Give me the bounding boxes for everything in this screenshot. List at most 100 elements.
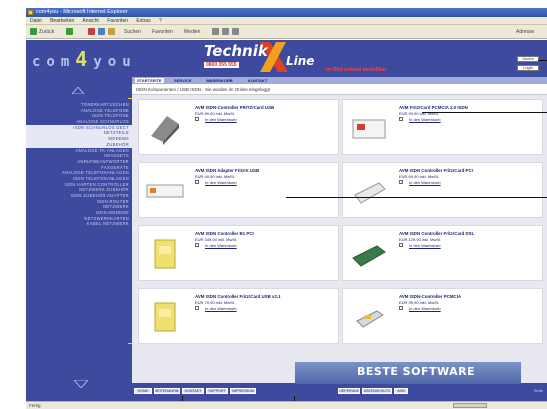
product-card[interactable]: AVM ISDN-Controller FRITZ!Card USB EUR 89… <box>138 99 339 155</box>
product-card[interactable]: AVM Fritz!Card PCMCIA 2.0 ISDN EUR 99,90 … <box>342 99 543 155</box>
product-price: EUR 99,90 inkl. MwSt. <box>399 300 440 305</box>
web-page: com4you Technik Line 0800 355 555 im Bil… <box>26 40 547 401</box>
back-button[interactable]: Zurück <box>39 29 54 35</box>
callout-line-middle <box>286 197 547 198</box>
media-button[interactable]: Medien <box>184 29 200 35</box>
topnav-item-contact[interactable]: KONTAKT <box>248 78 267 83</box>
topnav-item-cart[interactable]: WARENKORB <box>206 78 233 83</box>
print-icon[interactable] <box>232 28 239 35</box>
header-tagline: im Bild schnell bestellbar <box>326 67 387 73</box>
footer-navigation: HOME SEITENANFANG KONTAKT SUPPORT IMPRES… <box>132 383 547 401</box>
product-card[interactable]: AVM ISDN-Controller PCMCIA EUR 99,90 inkl… <box>342 288 543 344</box>
header-search-button[interactable]: Suche <box>517 56 539 62</box>
logo-text-you: you <box>93 54 137 70</box>
product-image[interactable] <box>349 110 389 146</box>
menu-item-edit[interactable]: Bearbeiten <box>50 18 74 24</box>
product-price: EUR 69,90 inkl. MwSt. <box>399 174 440 179</box>
product-name[interactable]: AVM ISDN-Controller FRITZ!Card USB <box>195 105 335 110</box>
menu-item-help[interactable]: ? <box>159 18 162 24</box>
product-card[interactable]: AVM ISDN Controller Fritz!Card USB v2.1 E… <box>138 288 339 344</box>
footer-top-button[interactable]: SEITENANFANG <box>154 388 180 394</box>
status-bar: Fertig <box>26 401 547 409</box>
sidebar-category-item[interactable]: KABEL NETZWERK <box>26 221 132 227</box>
add-to-cart-link[interactable]: In den Warenkorb <box>409 243 441 248</box>
product-card[interactable]: AVM ISDN Controller B1 PCI EUR 349,00 ink… <box>138 225 339 281</box>
product-image[interactable] <box>145 236 185 272</box>
footer-privacy-button[interactable]: DATENSCHUTZ <box>362 388 392 394</box>
quantity-checkbox[interactable] <box>399 180 403 184</box>
product-card[interactable]: AVM ISDN Adapter Fritz!X USB EUR 49,90 in… <box>138 162 339 218</box>
footer-support-button[interactable]: SUPPORT <box>206 388 228 394</box>
search-button[interactable]: Suchen <box>124 29 141 35</box>
refresh-icon[interactable] <box>98 28 105 35</box>
favorites-button[interactable]: Favoriten <box>152 29 173 35</box>
footer-terms-button[interactable]: AGB <box>394 388 408 394</box>
add-to-cart-link[interactable]: In den Warenkorb <box>205 306 237 311</box>
product-card[interactable]: AVM ISDN Controller Fritz!Card DSL EUR 12… <box>342 225 543 281</box>
quantity-checkbox[interactable] <box>399 117 403 121</box>
product-price: EUR 79,90 inkl. MwSt. <box>195 300 236 305</box>
footer-contact-button[interactable]: KONTAKT <box>182 388 204 394</box>
quantity-checkbox[interactable] <box>195 306 199 310</box>
product-name[interactable]: AVM Fritz!Card PCMCIA 2.0 ISDN <box>399 105 539 110</box>
menu-item-favorites[interactable]: Favoriten <box>107 18 128 24</box>
menu-item-tools[interactable]: Extras <box>136 18 150 24</box>
callout-line-top <box>422 112 547 113</box>
footer-home-button[interactable]: HOME <box>134 388 152 394</box>
quantity-checkbox[interactable] <box>399 243 403 247</box>
menu-item-view[interactable]: Ansicht <box>82 18 98 24</box>
product-name[interactable]: AVM ISDN Controller Fritz!Card DSL <box>399 231 539 236</box>
footer-delivery-button[interactable]: LIEFERUNG <box>338 388 360 394</box>
menu-item-file[interactable]: Datei <box>30 18 42 24</box>
history-icon[interactable] <box>212 28 219 35</box>
product-image[interactable] <box>145 173 185 209</box>
scroll-down-arrow-icon[interactable] <box>74 380 88 388</box>
add-to-cart-link[interactable]: In den Warenkorb <box>409 306 441 311</box>
breadcrumb: ISDN Komponenten / USB ISDN - Sie wurden… <box>132 84 547 95</box>
product-price: EUR 349,00 inkl. MwSt. <box>195 237 238 242</box>
product-name[interactable]: AVM ISDN Adapter Fritz!X USB <box>195 168 335 173</box>
software-banner[interactable]: BESTE SOFTWARE <box>295 362 521 384</box>
browser-toolbar: Zurück Suchen Favoriten Medien Adresse <box>26 25 547 39</box>
quantity-checkbox[interactable] <box>399 306 403 310</box>
add-to-cart-link[interactable]: In den Warenkorb <box>205 243 237 248</box>
quantity-checkbox[interactable] <box>195 117 199 121</box>
product-name[interactable]: AVM ISDN-Controller PCMCIA <box>399 294 539 299</box>
forward-arrow-icon[interactable] <box>66 28 73 35</box>
window-titlebar: com4you - Microsoft Internet Explorer <box>26 8 547 17</box>
product-image[interactable] <box>349 236 389 272</box>
status-text: Fertig <box>29 403 41 408</box>
product-image[interactable] <box>349 173 389 209</box>
add-to-cart-link[interactable]: In den Warenkorb <box>205 117 237 122</box>
header-login-button[interactable]: Login <box>517 65 539 71</box>
product-name[interactable]: AVM ISDN Controller Fritz!Card USB v2.1 <box>195 294 335 299</box>
footer-imprint-button[interactable]: IMPRESSUM <box>230 388 256 394</box>
product-image[interactable] <box>145 110 185 146</box>
topnav-item-service[interactable]: SERVICE <box>174 78 192 83</box>
menu-bar: Datei Bearbeiten Ansicht Favoriten Extra… <box>26 17 547 25</box>
product-name[interactable]: AVM ISDN Controller B1 PCI <box>195 231 335 236</box>
back-arrow-icon[interactable] <box>30 28 37 35</box>
topnav-item-home[interactable]: STARTSEITE <box>135 78 164 83</box>
add-to-cart-link[interactable]: In den Warenkorb <box>409 180 441 185</box>
scroll-up-arrow-icon[interactable] <box>72 87 84 94</box>
product-image[interactable] <box>145 299 185 335</box>
banner-text: BESTE SOFTWARE <box>357 365 476 378</box>
add-to-cart-link[interactable]: In den Warenkorb <box>205 180 237 185</box>
add-to-cart-link[interactable]: In den Warenkorb <box>409 117 441 122</box>
product-content: ISDN Komponenten / USB ISDN - Sie wurden… <box>132 84 547 383</box>
product-card[interactable]: AVM ISDN Controller Fritz!Card PCI EUR 69… <box>342 162 543 218</box>
top-navigation: STARTSEITE SERVICE WARENKORB KONTAKT <box>132 77 547 84</box>
stop-icon[interactable] <box>88 28 95 35</box>
category-list: TONERKARTUSCHEN ANALOGE TELEFONE ISDN TELE… <box>26 102 132 227</box>
home-icon[interactable] <box>108 28 115 35</box>
com4you-logo[interactable]: com4you <box>32 47 137 71</box>
technik-logo-text: Technik <box>204 42 268 60</box>
product-name[interactable]: AVM ISDN Controller Fritz!Card PCI <box>399 168 539 173</box>
product-image[interactable] <box>349 299 389 335</box>
callout-line-header <box>538 60 547 61</box>
address-label: Adresse <box>516 29 535 35</box>
quantity-checkbox[interactable] <box>195 180 199 184</box>
quantity-checkbox[interactable] <box>195 243 199 247</box>
mail-icon[interactable] <box>222 28 229 35</box>
